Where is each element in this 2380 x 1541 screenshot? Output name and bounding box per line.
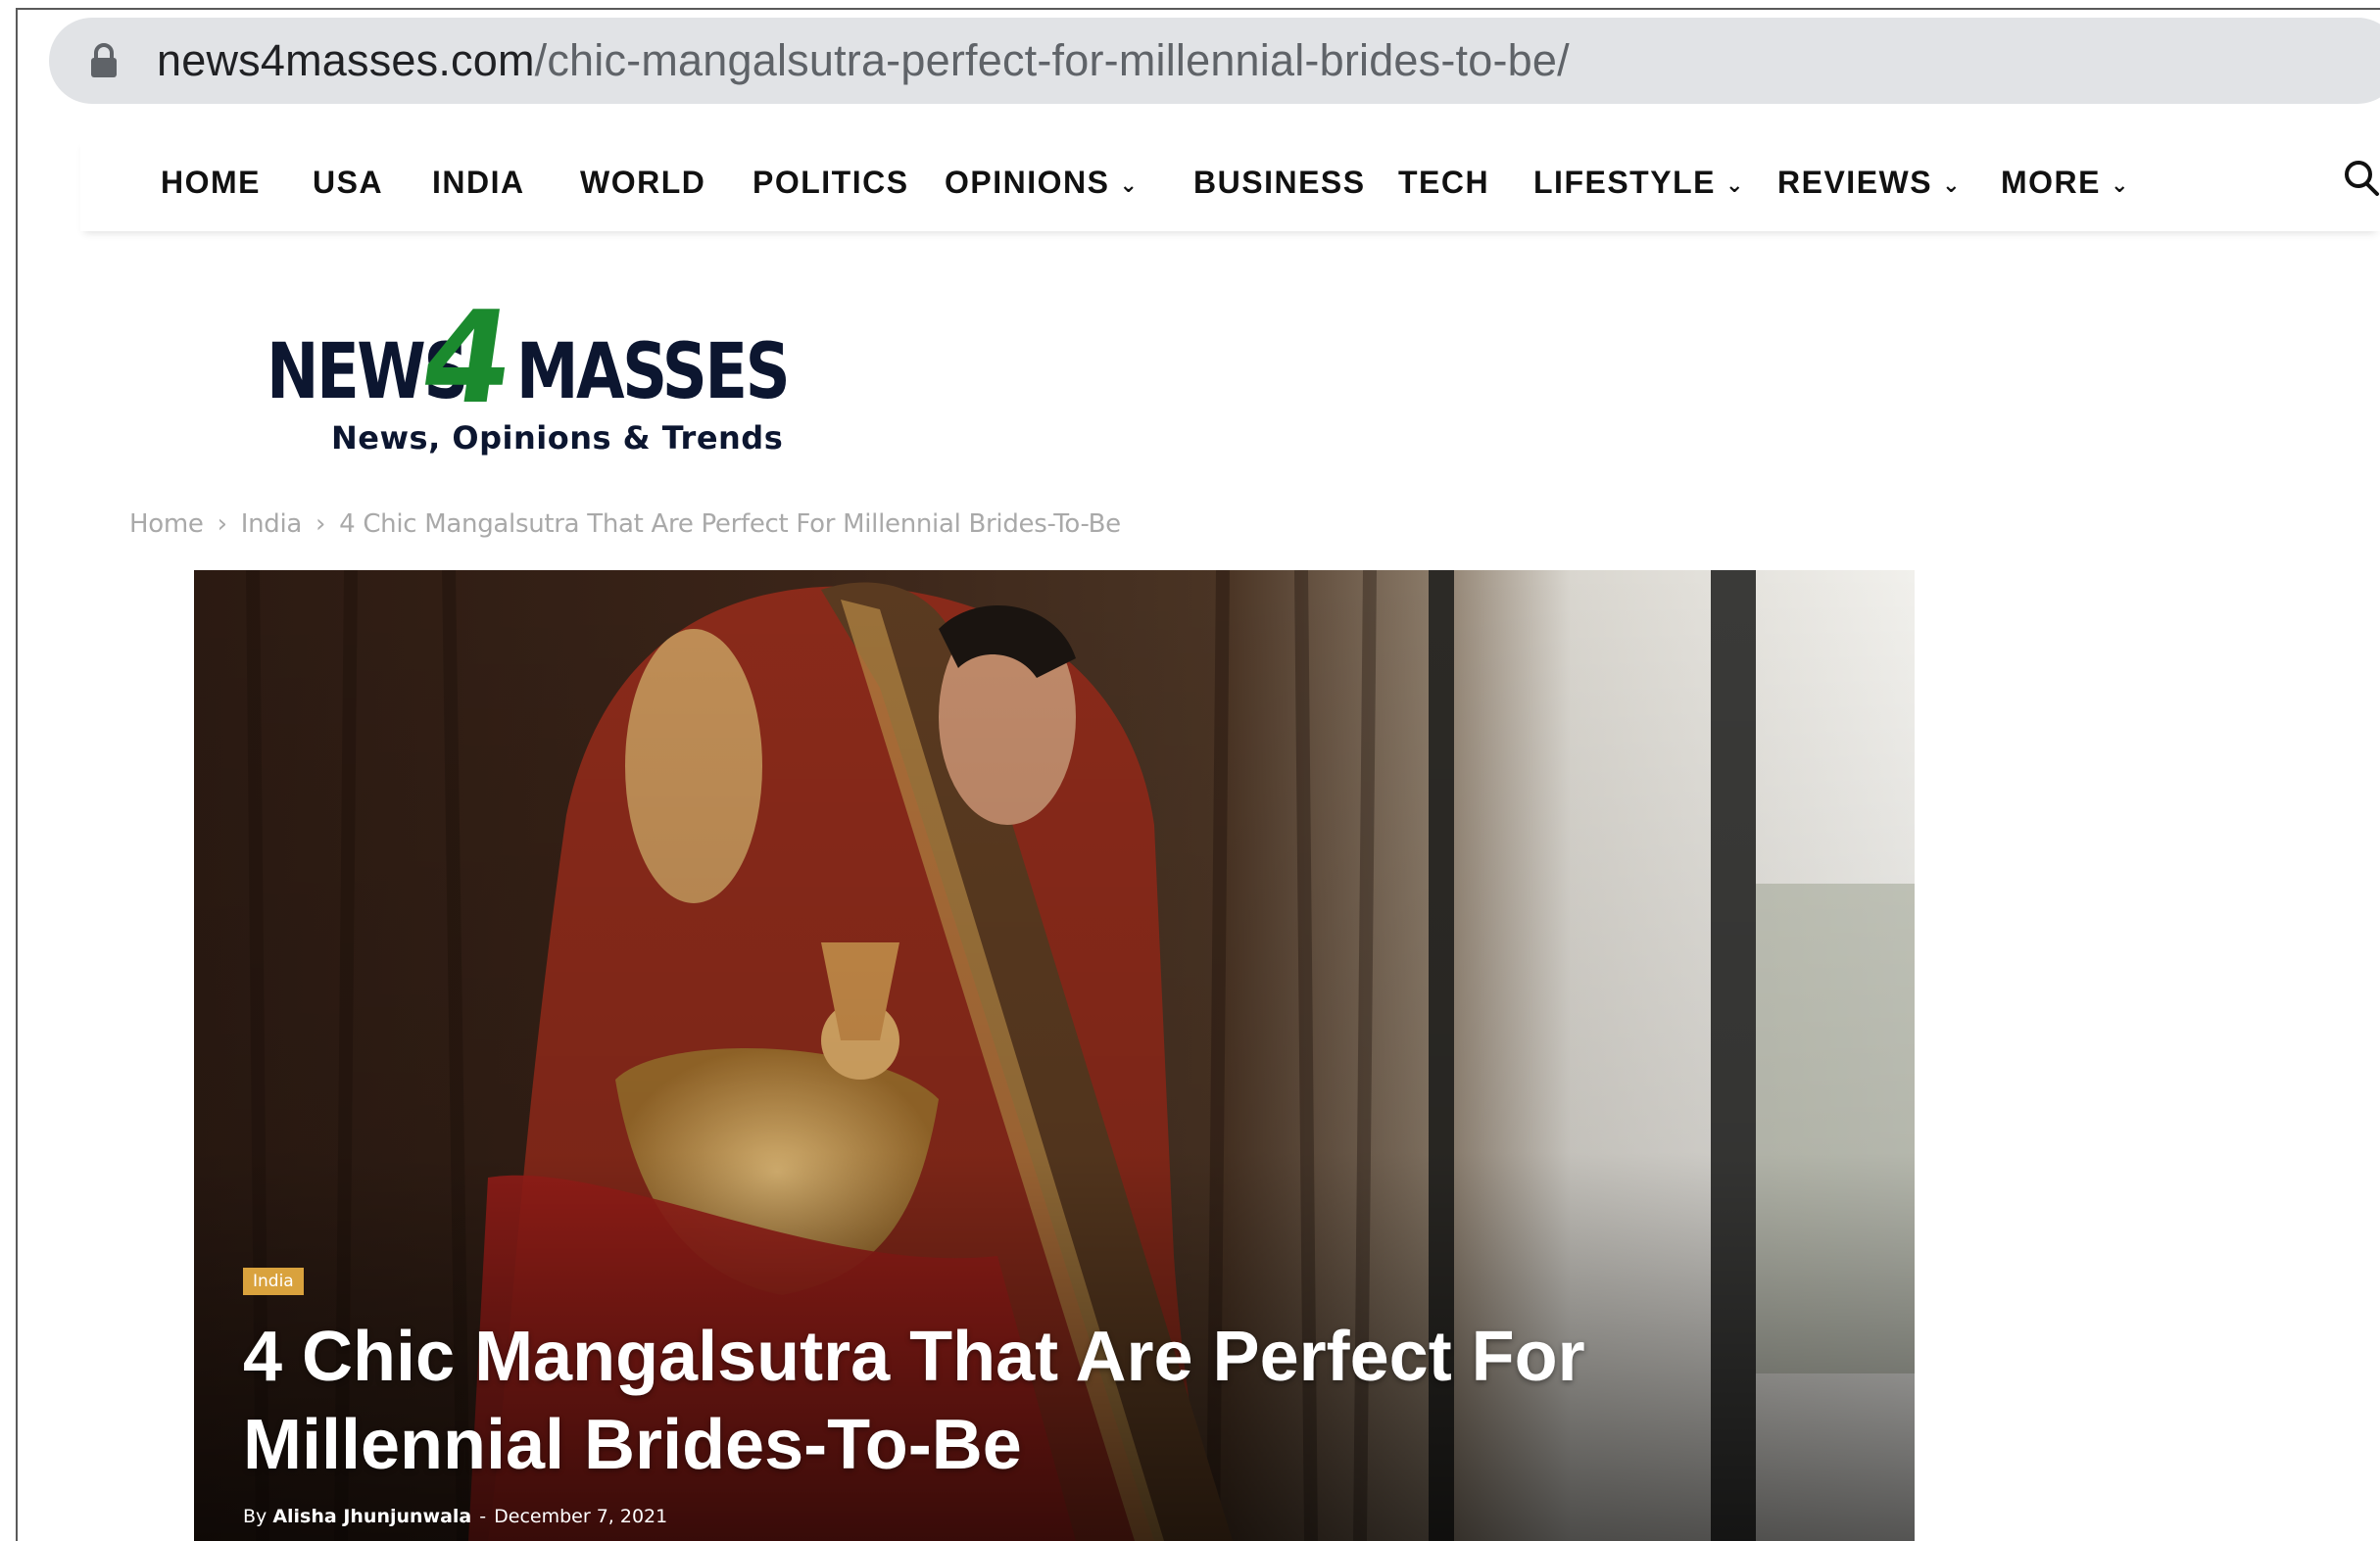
chevron-down-icon: ⌄ — [1119, 171, 1140, 197]
site-logo[interactable]: NEWS MASSES 4 News, Opinions & Trends — [267, 283, 791, 460]
nav-opinions[interactable]: OPINIONS ⌄ — [945, 163, 1139, 205]
lock-icon[interactable] — [90, 43, 118, 78]
nav-label: USA — [313, 165, 384, 200]
main-navigation: HOME USA INDIA WORLD POLITICS OPINIONS ⌄ … — [80, 137, 2380, 231]
nav-india[interactable]: INDIA — [432, 163, 525, 202]
byline-prefix: By — [243, 1506, 267, 1527]
nav-politics[interactable]: POLITICS — [753, 163, 909, 202]
nav-reviews[interactable]: REVIEWS ⌄ — [1777, 163, 1962, 205]
logo-wordmark: NEWS MASSES — [267, 333, 791, 411]
nav-usa[interactable]: USA — [313, 163, 383, 202]
logo-tagline: News, Opinions & Trends — [331, 419, 784, 457]
breadcrumb-separator: › — [316, 509, 326, 539]
meta-separator: - — [479, 1506, 487, 1527]
chevron-down-icon: ⌄ — [2111, 171, 2130, 197]
breadcrumb-india[interactable]: India — [241, 509, 303, 539]
article-meta: By Alisha Jhunjunwala - December 7, 2021 — [243, 1506, 667, 1527]
nav-more[interactable]: MORE ⌄ — [2001, 163, 2130, 205]
nav-label: REVIEWS — [1777, 165, 1933, 200]
nav-label: WORLD — [580, 165, 706, 200]
url-text[interactable]: news4masses.com/chic-mangalsutra-perfect… — [157, 29, 1570, 92]
logo-word-right: MASSES — [515, 328, 791, 416]
url-path: /chic-mangalsutra-perfect-for-millennial… — [534, 35, 1570, 85]
breadcrumb-home[interactable]: Home — [129, 509, 204, 539]
nav-home[interactable]: HOME — [161, 163, 261, 202]
nav-label: MORE — [2001, 165, 2101, 200]
author-link[interactable]: Alisha Jhunjunwala — [272, 1506, 471, 1527]
nav-label: BUSINESS — [1193, 165, 1366, 200]
nav-label: POLITICS — [753, 165, 909, 200]
nav-tech[interactable]: TECH — [1398, 163, 1489, 202]
breadcrumb: Home › India › 4 Chic Mangalsutra That Are P… — [129, 509, 1121, 539]
publish-date: December 7, 2021 — [494, 1506, 668, 1527]
nav-lifestyle[interactable]: LIFESTYLE ⌄ — [1533, 163, 1745, 205]
nav-label: HOME — [161, 165, 261, 200]
nav-label: INDIA — [432, 165, 525, 200]
nav-world[interactable]: WORLD — [580, 163, 705, 202]
nav-label: LIFESTYLE — [1533, 165, 1716, 200]
breadcrumb-current: 4 Chic Mangalsutra That Are Perfect For … — [339, 509, 1121, 539]
article-title-line: Millennial Brides-To-Be — [243, 1406, 1022, 1484]
breadcrumb-separator: › — [217, 509, 227, 539]
chevron-down-icon: ⌄ — [1942, 171, 1963, 197]
nav-label: OPINIONS — [945, 165, 1110, 200]
logo-numeral: 4 — [413, 283, 523, 432]
chevron-down-icon: ⌄ — [1724, 171, 1745, 197]
search-icon[interactable] — [2342, 157, 2380, 200]
nav-label: TECH — [1398, 165, 1490, 200]
article-title[interactable]: 4 Chic Mangalsutra That Are Perfect For … — [243, 1313, 1713, 1489]
nav-business[interactable]: BUSINESS — [1193, 163, 1366, 202]
url-domain: news4masses.com — [157, 35, 535, 85]
article-title-line: 4 Chic Mangalsutra That Are Perfect For — [243, 1318, 1585, 1396]
hero-featured-image[interactable]: India 4 Chic Mangalsutra That Are Perfec… — [194, 570, 1915, 1541]
category-badge[interactable]: India — [243, 1268, 304, 1295]
